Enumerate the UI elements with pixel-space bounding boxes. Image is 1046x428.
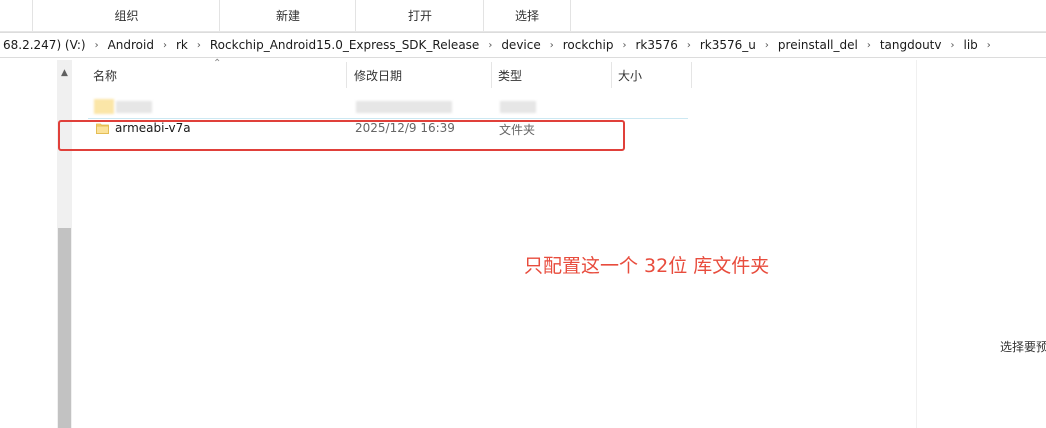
ribbon-group-organize[interactable]: 组织 <box>32 0 220 31</box>
ribbon-group-label: 组织 <box>114 9 139 23</box>
ribbon-group-label: 打开 <box>407 9 432 23</box>
chevron-right-icon[interactable]: › <box>89 40 105 51</box>
chevron-right-icon[interactable]: › <box>681 40 697 51</box>
column-header-label: 修改日期 <box>354 68 403 83</box>
column-header-name[interactable]: 名称 <box>88 62 351 88</box>
breadcrumb-device[interactable]: device <box>498 38 543 52</box>
nav-pane-scrollbar[interactable]: ▲ <box>57 60 72 428</box>
chevron-right-icon[interactable]: › <box>544 40 560 51</box>
breadcrumb-preinstall-del[interactable]: preinstall_del <box>775 38 861 52</box>
chevron-right-icon[interactable]: › <box>191 40 207 51</box>
redacted-text <box>500 101 536 113</box>
breadcrumb-lib[interactable]: lib <box>960 38 980 52</box>
ribbon-group-open[interactable]: 打开 <box>355 0 484 31</box>
highlight-box <box>58 120 625 151</box>
breadcrumb-rockchip[interactable]: rockchip <box>560 38 617 52</box>
column-header-modified[interactable]: 修改日期 <box>349 62 494 88</box>
chevron-right-icon[interactable]: › <box>861 40 877 51</box>
chevron-right-icon[interactable]: › <box>759 40 775 51</box>
address-bar[interactable]: 68.2.247) (V:) › Android › rk › Rockchip… <box>0 32 1046 58</box>
redacted-text <box>356 101 452 113</box>
column-header-label: 大小 <box>618 68 643 83</box>
column-divider[interactable] <box>611 62 612 88</box>
chevron-right-icon[interactable]: › <box>981 40 997 51</box>
column-divider[interactable] <box>491 62 492 88</box>
ribbon-group-select[interactable]: 选择 <box>483 0 571 31</box>
column-divider[interactable] <box>691 62 692 88</box>
folder-icon <box>94 99 114 114</box>
breadcrumb-drive[interactable]: 68.2.247) (V:) <box>0 38 89 52</box>
ribbon: 组织 新建 打开 选择 <box>0 0 1046 32</box>
redacted-text <box>116 101 152 113</box>
scroll-up-arrow-icon[interactable]: ▲ <box>57 66 72 80</box>
chevron-right-icon[interactable]: › <box>157 40 173 51</box>
chevron-right-icon[interactable]: › <box>482 40 498 51</box>
breadcrumb-rk3576-u[interactable]: rk3576_u <box>697 38 759 52</box>
column-header-size[interactable]: 大小 <box>613 62 693 88</box>
column-header-label: 类型 <box>498 68 523 83</box>
column-divider[interactable] <box>346 62 347 88</box>
breadcrumb-tangdoutv[interactable]: tangdoutv <box>877 38 945 52</box>
breadcrumb-android[interactable]: Android <box>105 38 157 52</box>
breadcrumb-sdk-release[interactable]: Rockchip_Android15.0_Express_SDK_Release <box>207 38 482 52</box>
column-header-type[interactable]: 类型 <box>493 62 613 88</box>
ribbon-group-new[interactable]: 新建 <box>219 0 356 31</box>
preview-pane-message: 选择要预 <box>1000 340 1046 354</box>
breadcrumb-rk3576[interactable]: rk3576 <box>632 38 680 52</box>
chevron-right-icon[interactable]: › <box>616 40 632 51</box>
ribbon-group-label: 选择 <box>514 9 539 23</box>
chevron-right-icon[interactable]: › <box>944 40 960 51</box>
column-header-label: 名称 <box>93 68 118 83</box>
ribbon-group-label: 新建 <box>275 9 300 23</box>
redacted-file-row[interactable] <box>88 96 688 119</box>
scrollbar-thumb[interactable] <box>58 228 71 428</box>
breadcrumb-rk[interactable]: rk <box>173 38 191 52</box>
preview-pane-divider[interactable] <box>916 60 917 428</box>
annotation-text: 只配置这一个 32位 库文件夹 <box>524 255 770 277</box>
